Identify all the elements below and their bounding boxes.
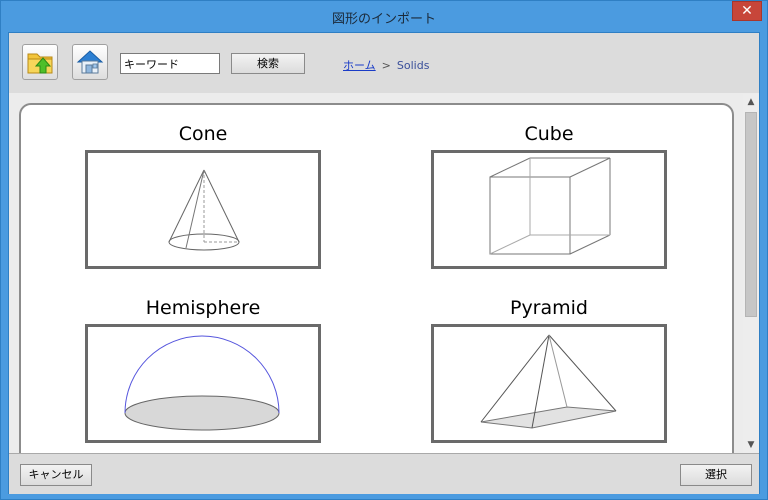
dialog-footer: キャンセル 選択 [9,453,759,494]
shape-card-cone[interactable] [85,150,321,269]
home-button[interactable] [72,44,108,80]
home-icon [76,50,104,74]
keyword-input[interactable] [120,53,220,74]
cancel-button[interactable]: キャンセル [20,464,92,486]
scroll-thumb[interactable] [745,112,757,317]
shape-title-pyramid: Pyramid [509,297,588,319]
cone-thumbnail [168,169,240,251]
scroll-up-arrow-icon[interactable]: ▲ [743,96,759,108]
shape-title-hemisphere: Hemisphere [145,297,261,319]
upload-folder-button[interactable] [22,44,58,80]
shape-gallery: Cone Cube Hemisphere Pyramid [9,93,759,453]
select-button[interactable]: 選択 [680,464,752,486]
breadcrumb-separator: > [381,59,391,72]
breadcrumb-home-link[interactable]: ホーム [343,59,376,72]
breadcrumb: ホーム > Solids [343,57,429,73]
vertical-scrollbar[interactable]: ▲ ▼ [743,94,759,453]
close-button[interactable]: ✕ [732,1,762,21]
shape-title-cube: Cube [524,123,574,145]
cube-thumbnail [489,157,611,255]
toolbar: 検索 ホーム > Solids [9,33,759,94]
gallery-panel: Cone Cube Hemisphere Pyramid [19,103,734,453]
dialog-client: 検索 ホーム > Solids Cone Cube [8,32,760,494]
shape-title-cone: Cone [178,123,228,145]
pyramid-thumbnail [480,334,617,429]
import-shape-window: 図形のインポート ✕ 検索 ホ [0,0,768,500]
folder-upload-icon [27,53,53,74]
title-bar[interactable]: 図形のインポート ✕ [1,1,767,31]
shape-card-cube[interactable] [431,150,667,269]
hemisphere-thumbnail [124,335,280,431]
shape-card-hemisphere[interactable] [85,324,321,443]
shape-card-pyramid[interactable] [431,324,667,443]
scroll-down-arrow-icon[interactable]: ▼ [743,439,759,451]
search-button[interactable]: 検索 [231,53,305,74]
breadcrumb-current: Solids [396,59,430,72]
window-title: 図形のインポート [331,12,436,27]
